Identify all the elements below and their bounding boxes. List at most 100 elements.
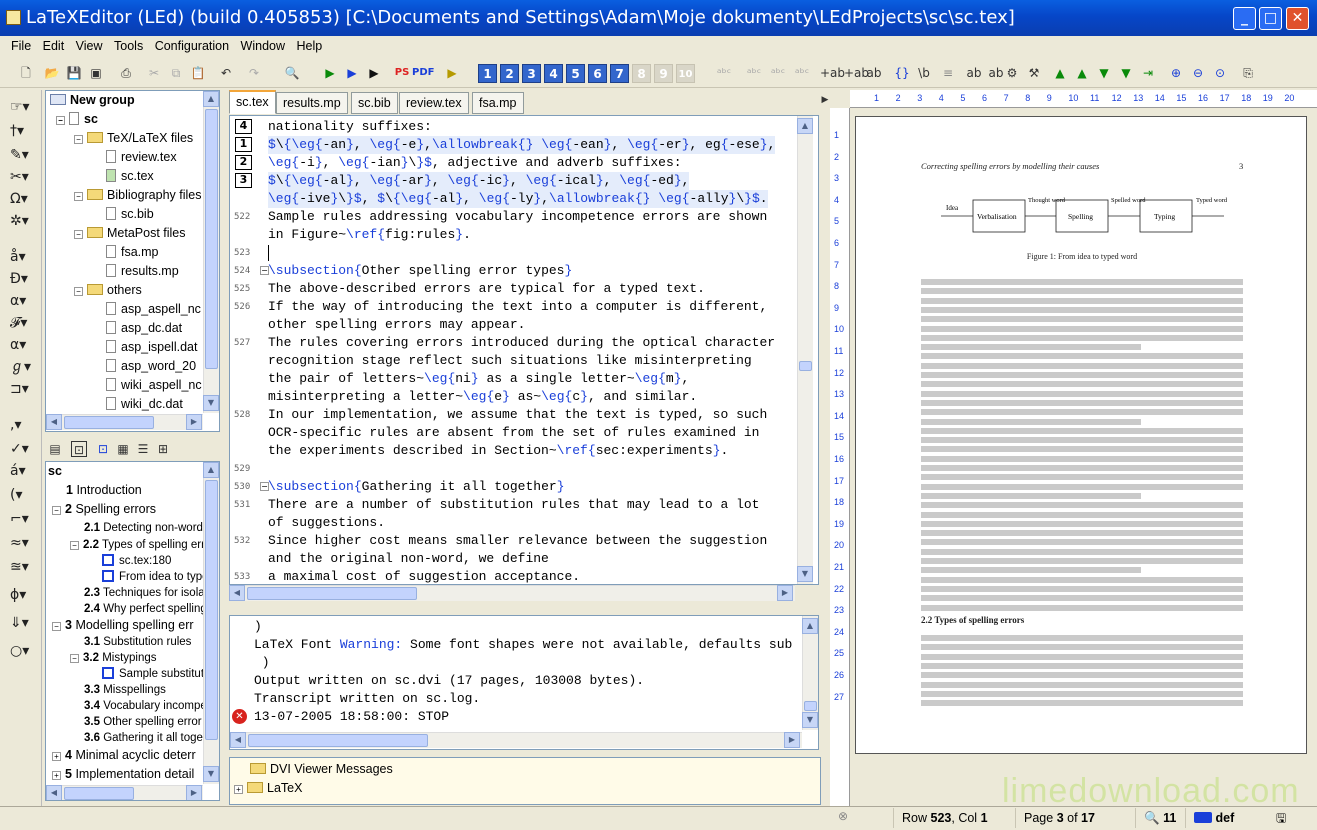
log-hscroll[interactable]: ◀ ▶ [230, 732, 802, 748]
tree-item[interactable]: wiki_dc.dat [106, 395, 183, 413]
code-line[interactable]: OCR-specific rules are absent from the s… [268, 424, 759, 442]
copy-icon[interactable]: ⧉ [168, 65, 184, 81]
star-symbol-icon[interactable]: ✲▾ [10, 212, 36, 230]
outline-root[interactable]: sc [48, 462, 62, 480]
tree-item[interactable]: − MetaPost files [74, 224, 186, 242]
tree-item[interactable]: sc.bib [106, 205, 154, 223]
check-symbol-icon[interactable]: ✓▾ [10, 440, 36, 458]
code-line[interactable]: other spelling errors may appear. [268, 316, 525, 334]
minimize-button[interactable]: _ [1233, 7, 1256, 30]
collapse-icon[interactable]: − [74, 230, 83, 239]
bookmark-7-button[interactable]: 7 [610, 64, 629, 83]
editor-hscroll[interactable]: ◀ ▶ [229, 585, 795, 601]
editor-vscroll[interactable]: ▲ ▼ [797, 116, 813, 584]
scroll-right-icon[interactable]: ▶ [186, 414, 202, 430]
alpha-symbol-icon[interactable]: α▾ [10, 292, 36, 310]
code-line[interactable]: The above-described errors are typical f… [268, 280, 705, 298]
scroll-left-icon[interactable]: ◀ [46, 414, 62, 430]
scroll-thumb[interactable] [205, 109, 218, 369]
ps-button[interactable]: PS [392, 65, 412, 81]
goto-icon[interactable]: ⇥ [1140, 65, 1156, 81]
structure-icon[interactable]: ▤ [47, 441, 63, 457]
bracket-symbol-icon[interactable]: ⊐▾ [10, 380, 36, 398]
scroll-up-icon[interactable]: ▲ [797, 118, 813, 134]
collapse-icon[interactable]: − [74, 135, 83, 144]
outline-hscroll[interactable]: ◀ ▶ [46, 785, 203, 800]
zoom-out-icon[interactable]: ⊖ [1190, 65, 1206, 81]
eth-symbol-icon[interactable]: Đ▾ [10, 270, 36, 288]
list-icon[interactable]: ☰ [135, 441, 151, 457]
menu-tools[interactable]: Tools [111, 36, 146, 56]
scissors-symbol-icon[interactable]: ✂▾ [10, 168, 36, 186]
outline-item[interactable]: 2.1 Detecting non-word [84, 519, 203, 537]
word-list-icon[interactable]: ab [866, 65, 882, 81]
scroll-thumb[interactable] [205, 480, 218, 740]
scroll-thumb[interactable] [799, 361, 812, 371]
code-line[interactable]: \eg{-ive}\}$, $\{\eg{-al}, \eg{-ly},\all… [268, 190, 768, 208]
bookmark-5-button[interactable]: 5 [566, 64, 585, 83]
spell-next-icon[interactable]: ᵃᵇᶜ [770, 65, 786, 81]
arrow-down-2-icon[interactable]: ▼ [1118, 65, 1134, 81]
spell-options-icon[interactable]: ᵃᵇᶜ [794, 65, 810, 81]
tree-item[interactable]: wiki_aspell_nc [106, 376, 202, 394]
collapse-icon[interactable]: − [56, 116, 65, 125]
a-acute-symbol-icon[interactable]: á▾ [10, 462, 36, 480]
tree-item[interactable]: asp_aspell_nc [106, 300, 201, 318]
close-button[interactable]: ✕ [1286, 7, 1309, 30]
find-icon[interactable]: 🔍 [284, 65, 300, 81]
bookmark-marker[interactable]: 3 [235, 173, 252, 188]
comment-icon[interactable]: ≡ [940, 65, 956, 81]
g-symbol-icon[interactable]: ℊ▾ [10, 358, 36, 376]
code-line[interactable]: $\{\eg{-al}, \eg{-ar}, \eg{-ic}, \eg{-ic… [268, 172, 690, 190]
bookmark-marker[interactable]: 2 [235, 155, 252, 170]
code-line[interactable]: of suggestions. [268, 514, 385, 532]
scroll-down-icon[interactable]: ▼ [203, 766, 219, 782]
tree-project[interactable]: − sc [56, 110, 98, 128]
tree-root[interactable]: New group [50, 91, 135, 109]
code-line[interactable]: The rules covering errors introduced dur… [268, 334, 775, 352]
collapse-icon[interactable]: − [70, 654, 79, 663]
outline-item[interactable]: +5 Implementation detail [52, 765, 194, 783]
code-line[interactable]: a maximal cost of suggestion acceptance. [268, 568, 580, 584]
collapse-icon[interactable]: − [52, 506, 61, 515]
scroll-right-icon[interactable]: ▶ [186, 785, 202, 800]
tree-item[interactable]: asp_ispell.dat [106, 338, 197, 356]
scroll-down-icon[interactable]: ▼ [802, 712, 818, 728]
menu-configuration[interactable]: Configuration [152, 36, 232, 56]
code-line[interactable]: the pair of letters~\eg{ni} as a single … [268, 370, 689, 388]
labels-icon[interactable]: ⊡ [95, 441, 111, 457]
omega-symbol-icon[interactable]: Ω▾ [10, 190, 36, 208]
code-line[interactable]: \eg{-i}, \eg{-ian}\}$, adjective and adv… [268, 154, 682, 172]
preview-page[interactable]: Correcting spelling errors by modelling … [855, 116, 1307, 754]
tree-item[interactable]: results.mp [106, 262, 179, 280]
scroll-down-icon[interactable]: ▼ [797, 566, 813, 582]
phi-symbol-icon[interactable]: ϕ▾ [10, 586, 36, 604]
figures-icon[interactable]: ⊞ [155, 441, 171, 457]
bookmark-2-button[interactable]: 2 [500, 64, 519, 83]
code-line[interactable]: the experiments described in Section~\re… [268, 442, 728, 460]
code-line[interactable]: \subsection{Gathering it all together} [268, 478, 565, 496]
messages-item[interactable]: DVI Viewer Messages [250, 760, 393, 778]
code-line[interactable]: and the original non-word, we define [268, 550, 549, 568]
menu-edit[interactable]: Edit [40, 36, 68, 56]
export-icon[interactable]: ⎘ [1240, 65, 1256, 81]
scroll-left-icon[interactable]: ◀ [230, 732, 246, 748]
scroll-up-icon[interactable]: ▲ [203, 91, 219, 107]
bookmark-marker[interactable]: 1 [235, 137, 252, 152]
undo-icon[interactable]: ↶ [218, 65, 234, 81]
source-editor[interactable]: 4 1 2 3 522 523 524 525 526 527 528 529 530 531 532 533… [229, 115, 819, 585]
bookmark-4-button[interactable]: 4 [544, 64, 563, 83]
code-line[interactable]: in Figure~\ref{fig:rules}. [268, 226, 471, 244]
code-line[interactable]: In our implementation, we assume that th… [268, 406, 767, 424]
scroll-right-icon[interactable]: ▶ [784, 732, 800, 748]
collapse-icon[interactable]: − [74, 192, 83, 201]
tree-item[interactable]: asp_word_20 [106, 357, 196, 375]
bookmark-8-button[interactable]: 8 [632, 64, 651, 83]
outline-icon[interactable]: ⊡ [71, 441, 87, 457]
expand-icon[interactable]: + [52, 752, 61, 761]
pointer-symbol-icon[interactable]: ☞▾ [10, 98, 36, 116]
zoom-fit-icon[interactable]: ⊙ [1212, 65, 1228, 81]
settings-icon[interactable]: ⚒ [1026, 65, 1042, 81]
outline-item[interactable]: +4 Minimal acyclic deterr [52, 746, 196, 764]
scroll-thumb[interactable] [804, 701, 817, 711]
